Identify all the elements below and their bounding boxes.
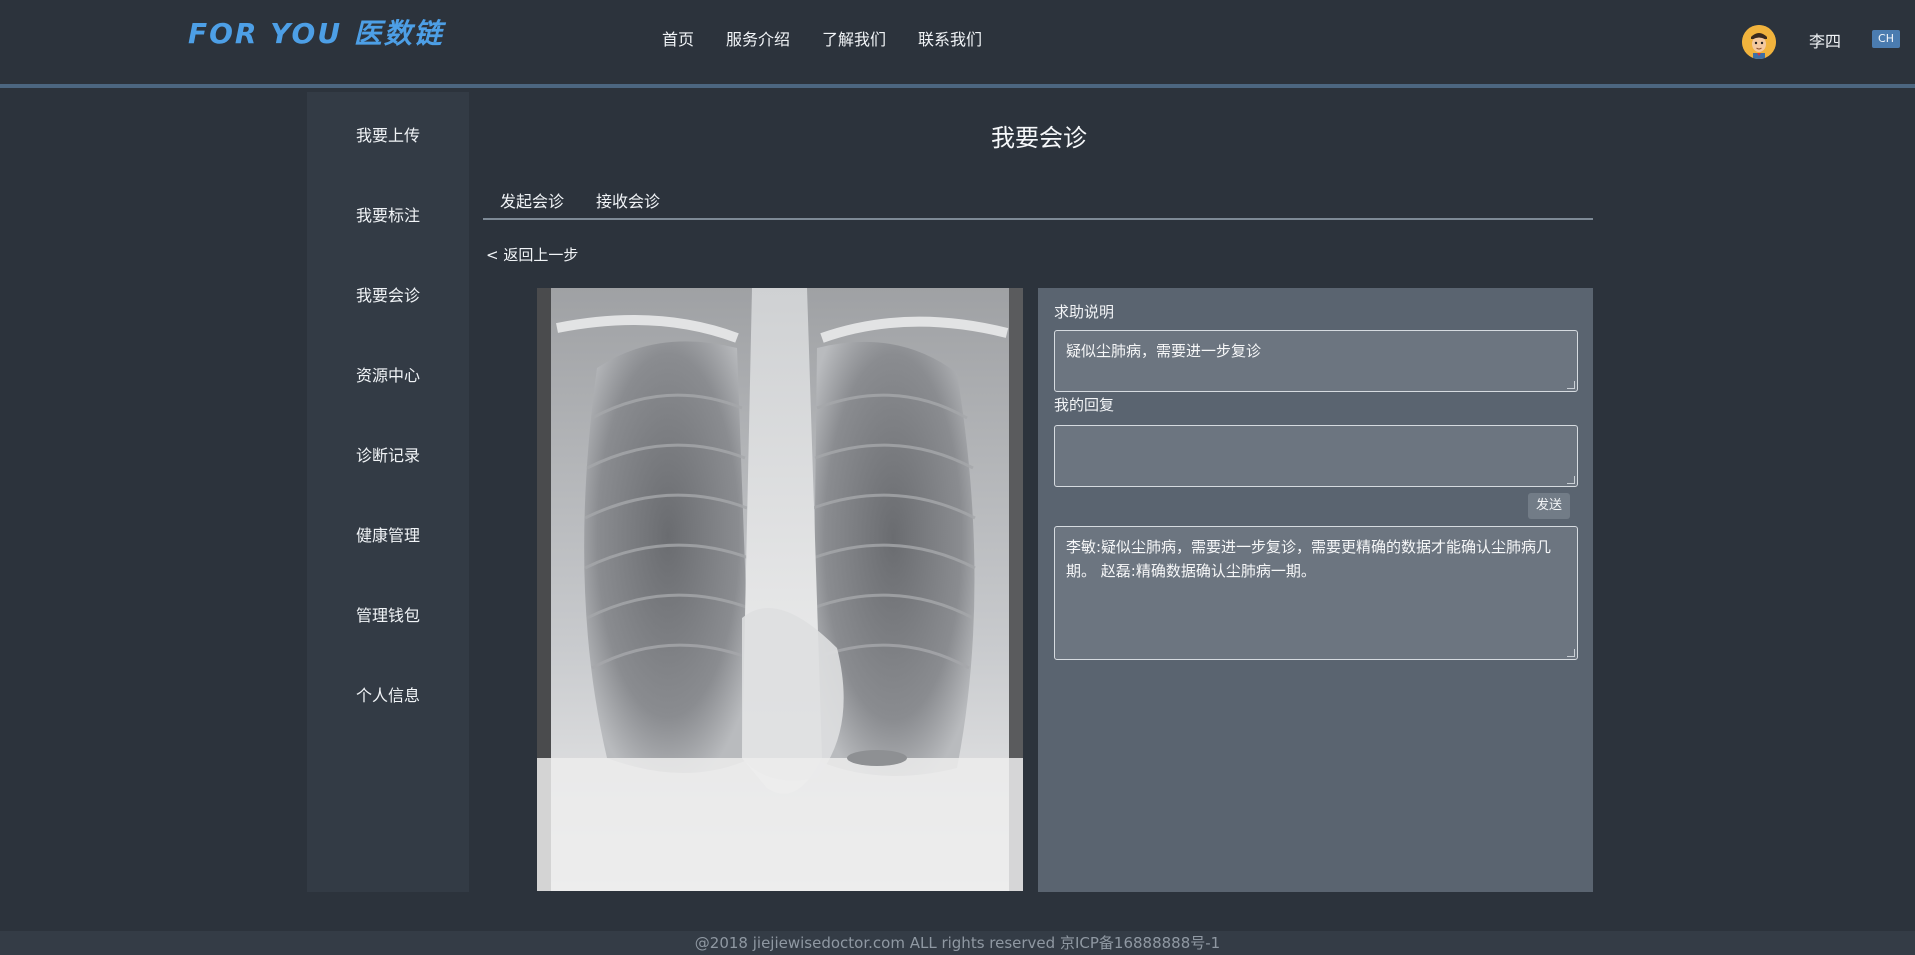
resize-grip-icon[interactable]: [1567, 381, 1575, 389]
resize-grip-icon[interactable]: [1567, 649, 1575, 657]
tab-initiate-consultation[interactable]: 发起会诊: [500, 188, 564, 212]
sidebar-item-profile[interactable]: 个人信息: [307, 682, 469, 706]
user-avatar-icon[interactable]: [1742, 25, 1776, 59]
help-description-label: 求助说明: [1054, 303, 1115, 321]
my-reply-label: 我的回复: [1054, 396, 1115, 414]
user-name[interactable]: 李四: [1809, 28, 1841, 52]
footer-copyright: @2018 jiejiewisedoctor.com ALL rights re…: [0, 931, 1915, 955]
nav-about[interactable]: 了解我们: [822, 26, 886, 50]
nav-contact[interactable]: 联系我们: [918, 26, 982, 50]
back-link[interactable]: < 返回上一步: [486, 244, 578, 265]
help-description-textarea[interactable]: 疑似尘肺病，需要进一步复诊: [1054, 330, 1578, 392]
xray-image: [537, 288, 1023, 891]
page-title: 我要会诊: [991, 124, 1087, 152]
nav-services[interactable]: 服务介绍: [726, 26, 790, 50]
sidebar-item-diagnosis-records[interactable]: 诊断记录: [307, 442, 469, 466]
site-logo[interactable]: FOR YOU 医数链: [188, 12, 444, 52]
resize-grip-icon[interactable]: [1567, 476, 1575, 484]
reply-history-textarea[interactable]: 李敏:疑似尘肺病，需要进一步复诊，需要更精确的数据才能确认尘肺病几期。 赵磊:精…: [1054, 526, 1578, 660]
sidebar: 我要上传 我要标注 我要会诊 资源中心 诊断记录 健康管理 管理钱包 个人信息: [307, 92, 469, 892]
language-switch[interactable]: CH: [1872, 30, 1900, 48]
consultation-panel: 求助说明 疑似尘肺病，需要进一步复诊 我的回复 发送 李敏:疑似尘肺病，需要进一…: [1038, 288, 1593, 892]
sidebar-item-health[interactable]: 健康管理: [307, 522, 469, 546]
sidebar-item-resources[interactable]: 资源中心: [307, 362, 469, 386]
my-reply-textarea[interactable]: [1054, 425, 1578, 487]
main-nav: 首页 服务介绍 了解我们 联系我们: [662, 26, 1014, 50]
sidebar-item-upload[interactable]: 我要上传: [307, 122, 469, 146]
nav-home[interactable]: 首页: [662, 26, 694, 50]
send-button[interactable]: 发送: [1528, 493, 1570, 519]
tab-bar: 发起会诊 接收会诊: [483, 186, 1593, 220]
sidebar-item-annotate[interactable]: 我要标注: [307, 202, 469, 226]
top-header: FOR YOU 医数链 首页 服务介绍 了解我们 联系我们 李四 CH: [0, 0, 1915, 88]
chest-xray-icon: [537, 288, 1023, 891]
avatar-face-icon: [1742, 25, 1776, 59]
sidebar-item-consultation[interactable]: 我要会诊: [307, 282, 469, 306]
sidebar-item-wallet[interactable]: 管理钱包: [307, 602, 469, 626]
tab-received-consultation[interactable]: 接收会诊: [596, 188, 660, 212]
